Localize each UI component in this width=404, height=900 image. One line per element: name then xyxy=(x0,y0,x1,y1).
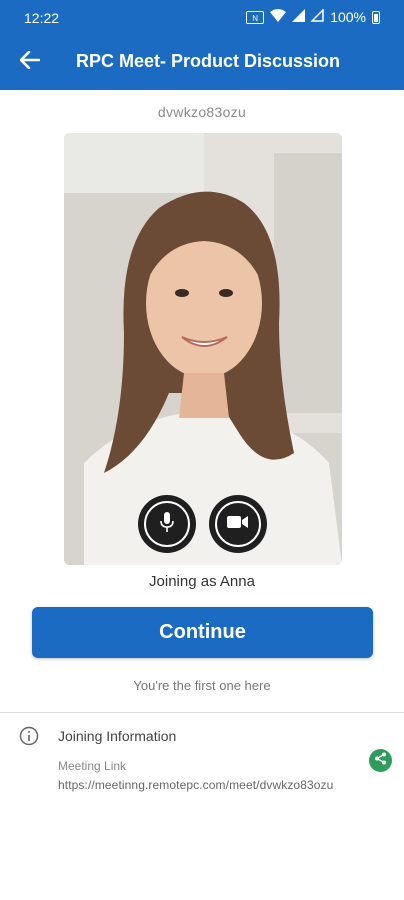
joining-as-label: Joining as Anna xyxy=(149,573,255,590)
divider xyxy=(0,712,404,713)
status-icons: N 100% xyxy=(246,8,380,25)
nfc-icon: N xyxy=(246,10,265,24)
arrow-left-icon xyxy=(19,50,41,74)
battery-percent: 100% xyxy=(330,9,366,25)
back-button[interactable] xyxy=(14,46,46,78)
user-video-image xyxy=(64,133,342,565)
continue-button[interactable]: Continue xyxy=(32,607,373,658)
page-title: RPC Meet- Product Discussion xyxy=(76,51,341,71)
signal-empty-icon xyxy=(310,8,324,25)
wifi-icon xyxy=(270,9,287,25)
mic-toggle-button[interactable] xyxy=(138,495,196,553)
video-camera-icon xyxy=(227,515,249,534)
joining-information-title: Joining Information xyxy=(58,728,177,744)
battery-icon xyxy=(372,10,380,24)
signal-icon xyxy=(292,9,306,25)
microphone-icon xyxy=(160,511,174,538)
camera-toggle-button[interactable] xyxy=(209,495,267,553)
share-icon xyxy=(374,752,387,770)
meeting-link-label: Meeting Link xyxy=(58,759,127,773)
meeting-link-url[interactable]: https://meetinng.remotepc.com/meet/dvwkz… xyxy=(58,778,333,792)
app-bar: 12:22 N 100% RPC Meet- Product Discussio… xyxy=(0,0,404,90)
share-button[interactable] xyxy=(369,749,392,772)
info-icon xyxy=(19,726,39,751)
status-time: 12:22 xyxy=(24,10,60,26)
meeting-id: dvwkzo83ozu xyxy=(157,104,247,120)
camera-preview xyxy=(64,133,342,565)
status-bar: 12:22 N 100% xyxy=(0,0,404,34)
participant-status-text: You're the first one here xyxy=(133,678,271,693)
